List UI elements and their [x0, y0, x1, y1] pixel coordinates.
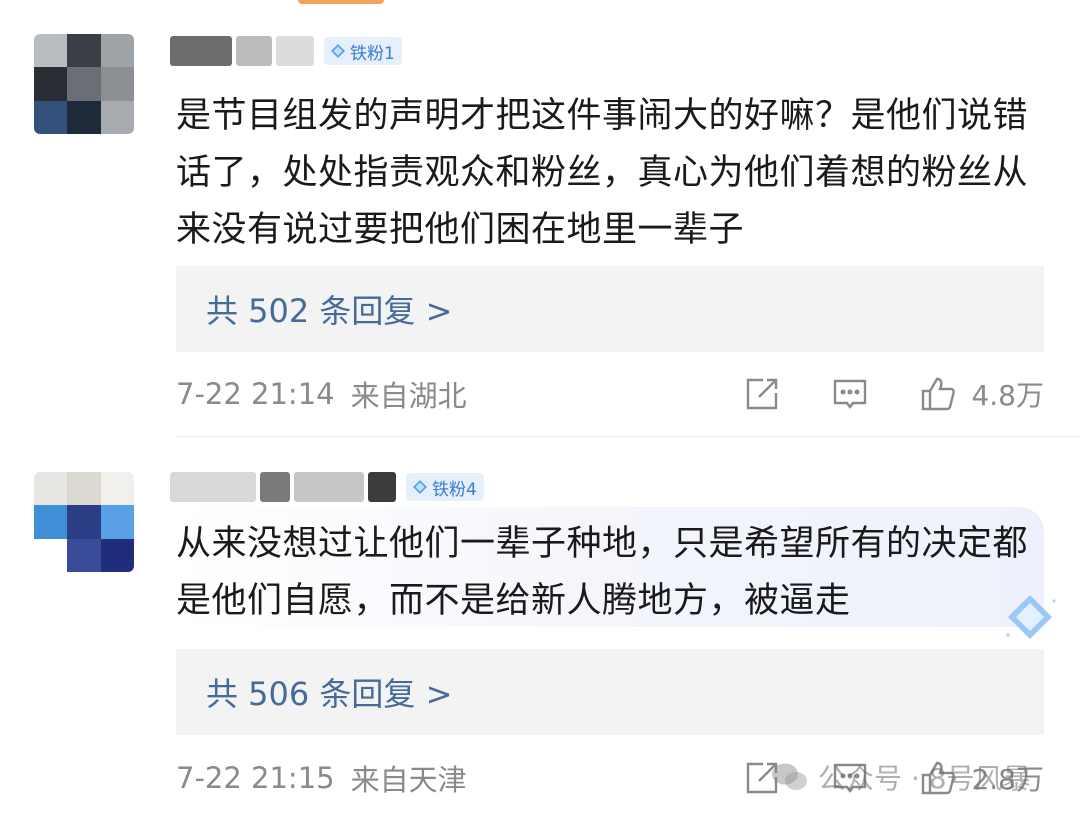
- diamond-badge-icon: [413, 480, 427, 494]
- location: 来自天津: [350, 763, 467, 797]
- fan-badge[interactable]: 铁粉4: [406, 473, 484, 501]
- username-blurred: [170, 36, 232, 66]
- username-blurred: [236, 36, 272, 66]
- username-blurred: [276, 36, 314, 66]
- like-icon[interactable]: [919, 375, 957, 413]
- view-replies-button[interactable]: 共 502 条回复 >: [176, 266, 1044, 352]
- location: 来自湖北: [350, 379, 467, 413]
- username-blurred: [170, 472, 256, 502]
- share-icon[interactable]: [743, 375, 781, 413]
- username-blurred: [368, 472, 396, 502]
- action-bar: 4.8万: [743, 374, 1044, 414]
- comment-text: 是节目组发的声明才把这件事闹大的好嘛？是他们说错话了，处处指责观众和粉丝，真心为…: [176, 96, 1029, 250]
- avatar[interactable]: [34, 34, 134, 134]
- fan-badge-label: 铁粉4: [432, 479, 477, 500]
- fan-badge-label: 铁粉1: [350, 43, 395, 64]
- comment-text: 从来没想过让他们一辈子种地，只是希望所有的决定都是他们自愿，而不是给新人腾地方，…: [176, 524, 1029, 621]
- diamond-badge-icon: [331, 44, 345, 58]
- avatar[interactable]: [34, 472, 134, 572]
- comment-meta: 7-22 21:14 来自湖北 4.8万: [176, 374, 1044, 414]
- username-blurred: [260, 472, 290, 502]
- wechat-icon: [772, 763, 807, 790]
- fan-badge[interactable]: 铁粉1: [324, 37, 402, 65]
- username[interactable]: 铁粉1: [170, 34, 402, 68]
- comment-icon[interactable]: [831, 375, 869, 413]
- watermark: 公众号 · 8号风暴: [770, 757, 1031, 797]
- watermark-text: 公众号 · 8号风暴: [818, 762, 1031, 795]
- timestamp: 7-22 21:15: [176, 761, 335, 795]
- timestamp: 7-22 21:14: [176, 377, 335, 411]
- view-replies-button[interactable]: 共 506 条回复 >: [176, 649, 1044, 735]
- diamond-decoration-icon: [1006, 595, 1056, 639]
- username[interactable]: 铁粉4: [170, 470, 484, 504]
- comment-item: 铁粉4 从来没想过让他们一辈子种地，只是希望所有的决定都是他们自愿，而不是给新人…: [0, 437, 1080, 816]
- username-blurred: [294, 472, 364, 502]
- comment-item: 铁粉1 是节目组发的声明才把这件事闹大的好嘛？是他们说错话了，处处指责观众和粉丝…: [0, 0, 1080, 436]
- like-count: 4.8万: [971, 379, 1044, 412]
